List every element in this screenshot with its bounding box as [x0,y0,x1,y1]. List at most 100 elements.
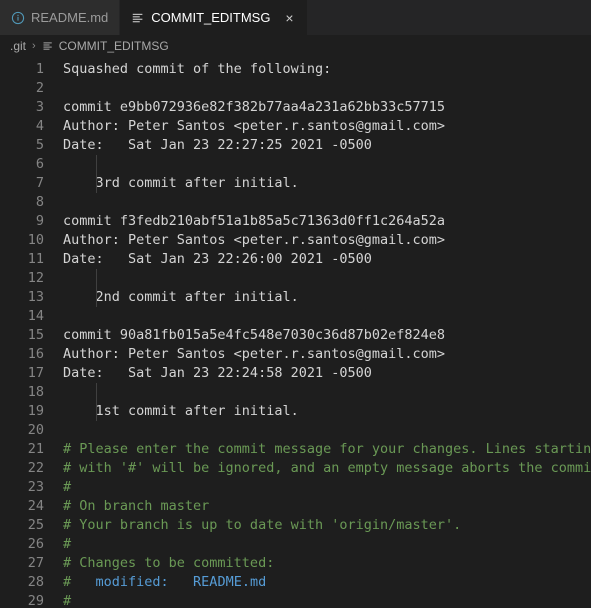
code-token: Date: Sat Jan 23 22:27:25 2021 -0500 [63,137,372,153]
breadcrumb-label: .git [10,39,27,53]
line-number: 24 [27,498,44,514]
code-line: Author: Peter Santos <peter.r.santos@gma… [63,345,591,364]
tab-bar-empty-space [308,0,591,35]
line-number: 9 [35,213,44,229]
code-token: # On branch master [63,498,210,514]
code-token: Author: Peter Santos <peter.r.santos@gma… [63,232,446,248]
code-token: 1st commit after initial. [63,403,299,419]
code-line: 3rd commit after initial. [63,174,591,193]
code-token: # Your branch is up to date with 'origin… [63,517,462,533]
line-number: 22 [27,460,44,476]
code-line: 1st commit after initial. [63,402,591,421]
code-line: # Please enter the commit message for yo… [63,440,591,459]
line-number: 16 [27,346,44,362]
code-line: commit e9bb072936e82f382b77aa4a231a62bb3… [63,98,591,117]
breadcrumb-item-git[interactable]: .git [10,39,26,53]
code-token: # with '#' will be ignored, and an empty… [63,460,591,476]
code-token: commit f3fedb210abf51a1b85a5c71363d0ff1c… [63,213,446,229]
line-number: 13 [27,289,44,305]
indent-guide [95,155,97,193]
line-number: 10 [27,232,44,248]
indent-guide [95,383,97,421]
indent-guide [95,269,97,307]
line-number: 1 [35,61,44,77]
code-token: # Please enter the commit message for yo… [63,441,591,457]
code-line: 2nd commit after initial. [63,288,591,307]
line-number: 18 [27,384,44,400]
line-number: 12 [27,270,44,286]
code-token: # [63,479,72,495]
line-number: 6 [35,156,44,172]
code-lines[interactable]: Squashed commit of the following: commit… [44,57,591,608]
code-editor[interactable]: 1 2 3 4 5 6 7 8 9 10 11 12 13 14 15 16 17 18 19 20 21 22 23 24 2… [0,57,591,608]
line-number: 2 [35,80,44,96]
code-line: # [63,592,591,608]
line-number: 19 [27,403,44,419]
code-line: # [63,535,591,554]
line-number: 29 [27,593,44,608]
text-file-icon [131,11,145,25]
code-line: # Changes to be committed: [63,554,591,573]
line-number: 8 [35,194,44,210]
line-number: 23 [27,479,44,495]
code-token: modified: README.md [71,574,267,590]
code-line: Author: Peter Santos <peter.r.santos@gma… [63,231,591,250]
line-number-gutter: 1 2 3 4 5 6 7 8 9 10 11 12 13 14 15 16 17 18 19 20 21 22 23 24 2… [0,57,44,608]
code-token: 2nd commit after initial. [63,289,299,305]
code-line: # modified: README.md [63,573,591,592]
line-number: 17 [27,365,44,381]
markdown-info-icon [11,11,25,25]
code-line: commit 90a81fb015a5e4fc548e7030c36d87b02… [63,326,591,345]
breadcrumb-label: COMMIT_EDITMSG [58,39,169,53]
code-token: commit e9bb072936e82f382b77aa4a231a62bb3… [63,99,446,115]
editor-tab-bar: README.md COMMIT_EDITMSG × [0,0,591,35]
code-token: # [63,574,72,590]
code-area: 1 2 3 4 5 6 7 8 9 10 11 12 13 14 15 16 17 18 19 20 21 22 23 24 2… [0,57,591,608]
code-token: # [63,536,72,552]
line-number: 14 [27,308,44,324]
breadcrumb-item-file[interactable]: COMMIT_EDITMSG [42,39,169,53]
line-number: 5 [35,137,44,153]
close-icon[interactable]: × [282,11,296,25]
breadcrumb: .git › COMMIT_EDITMSG [0,35,591,57]
code-line: Date: Sat Jan 23 22:24:58 2021 -0500 [63,364,591,383]
tab-label: README.md [31,10,109,25]
line-number: 7 [35,175,44,191]
code-line: # [63,478,591,497]
line-number: 15 [27,327,44,343]
code-token: # [63,593,72,608]
code-token: Author: Peter Santos <peter.r.santos@gma… [63,118,446,134]
chevron-right-icon: › [32,40,36,52]
code-token: 3rd commit after initial. [63,175,299,191]
code-line: Date: Sat Jan 23 22:27:25 2021 -0500 [63,136,591,155]
code-token: # Changes to be committed: [63,555,275,571]
code-line: Date: Sat Jan 23 22:26:00 2021 -0500 [63,250,591,269]
tab-label: COMMIT_EDITMSG [151,10,271,25]
line-number: 4 [35,118,44,134]
tab-commit-editmsg[interactable]: COMMIT_EDITMSG × [120,0,309,35]
code-token: commit 90a81fb015a5e4fc548e7030c36d87b02… [63,327,446,343]
code-line: # On branch master [63,497,591,516]
text-file-icon [42,40,54,52]
line-number: 26 [27,536,44,552]
code-line: Squashed commit of the following: [63,60,591,79]
code-token: Date: Sat Jan 23 22:24:58 2021 -0500 [63,365,372,381]
code-token: Author: Peter Santos <peter.r.santos@gma… [63,346,446,362]
line-number: 27 [27,555,44,571]
line-number: 25 [27,517,44,533]
line-number: 11 [27,251,44,267]
code-line: # Your branch is up to date with 'origin… [63,516,591,535]
line-number: 21 [27,441,44,457]
line-number: 20 [27,422,44,438]
code-token: Squashed commit of the following: [63,61,332,77]
line-number: 28 [27,574,44,590]
code-line: # with '#' will be ignored, and an empty… [63,459,591,478]
tab-readme-md[interactable]: README.md [0,0,121,35]
